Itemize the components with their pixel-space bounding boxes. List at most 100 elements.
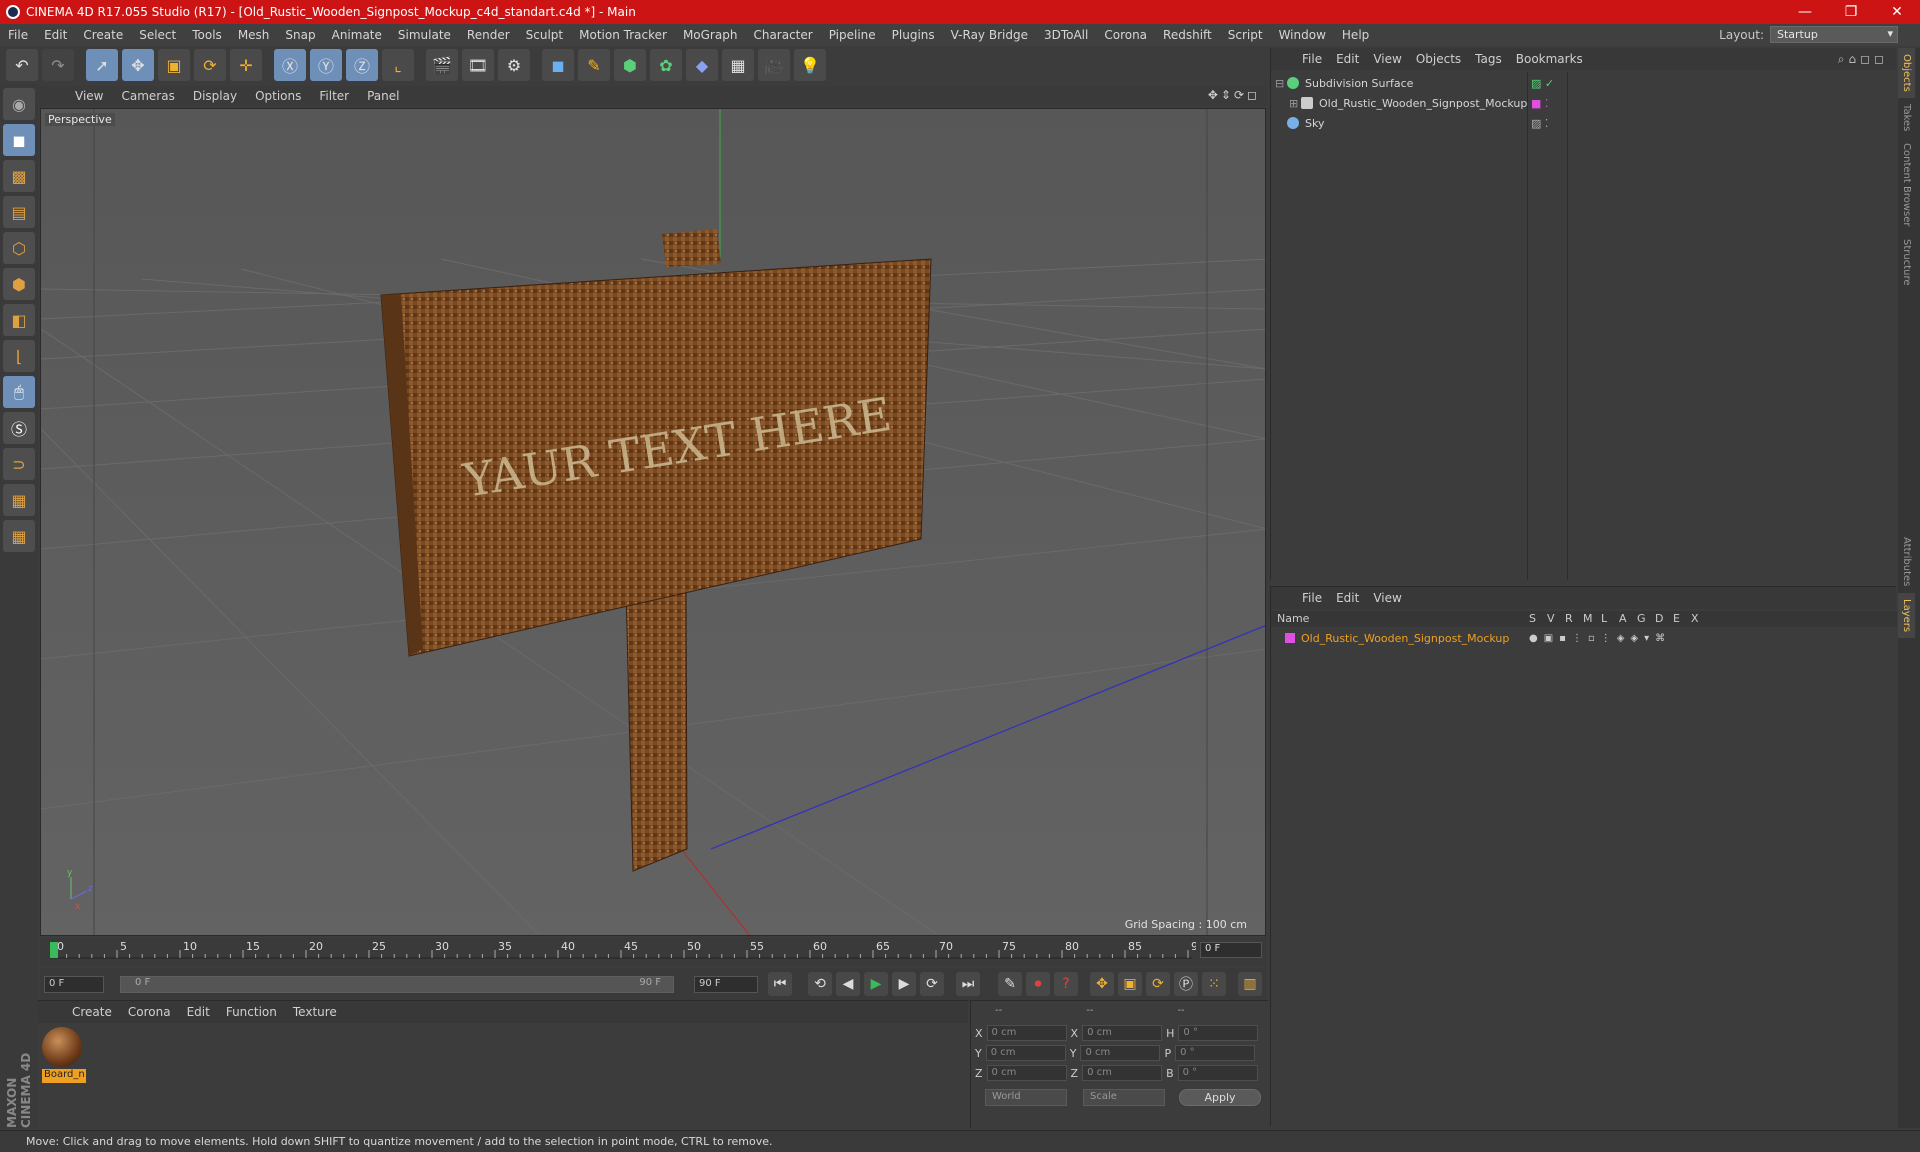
transform-tool-icon[interactable]: ✛ bbox=[230, 49, 262, 81]
play-icon[interactable]: ▶ bbox=[864, 972, 888, 996]
edges-mode-icon[interactable]: ⬢ bbox=[3, 268, 35, 300]
deformer-icon[interactable]: ◆ bbox=[686, 49, 718, 81]
minimize-icon[interactable]: — bbox=[1782, 0, 1828, 24]
workplane-icon[interactable]: ▤ bbox=[3, 196, 35, 228]
start-frame-field[interactable]: 0 F bbox=[44, 976, 104, 993]
scale-tool-icon[interactable]: ▣ bbox=[158, 49, 190, 81]
menu-script[interactable]: Script bbox=[1220, 28, 1271, 42]
snap-icon[interactable]: ⊃ bbox=[3, 448, 35, 480]
vp-menu-view[interactable]: View bbox=[66, 89, 112, 103]
auto-key-icon[interactable]: ⏺ bbox=[1026, 972, 1050, 996]
go-to-start-icon[interactable]: ⏮ bbox=[768, 972, 792, 996]
go-to-end-icon[interactable]: ⏭ bbox=[956, 972, 980, 996]
make-editable-icon[interactable]: ◉ bbox=[3, 88, 35, 120]
tab-takes[interactable]: Takes bbox=[1898, 98, 1915, 137]
key-scale-icon[interactable]: ▣ bbox=[1118, 972, 1142, 996]
timeline-window-icon[interactable]: ▥ bbox=[1238, 972, 1262, 996]
menu-tools[interactable]: Tools bbox=[184, 28, 230, 42]
obj-menu-file[interactable]: File bbox=[1295, 52, 1329, 66]
mat-menu-create[interactable]: Create bbox=[64, 1005, 120, 1019]
layer-color-tag[interactable]: ■ ⁚ bbox=[1531, 97, 1548, 110]
rot-b-field[interactable]: 0 ° bbox=[1177, 1065, 1258, 1081]
key-position-icon[interactable]: ✥ bbox=[1090, 972, 1114, 996]
next-key-icon[interactable]: ⟳ bbox=[920, 972, 944, 996]
menu-motion-tracker[interactable]: Motion Tracker bbox=[571, 28, 675, 42]
menu-3dtoall[interactable]: 3DToAll bbox=[1036, 28, 1096, 42]
checkmark-icon[interactable]: ▨ ✓ bbox=[1531, 77, 1554, 90]
rot-h-field[interactable]: 0 ° bbox=[1178, 1025, 1259, 1041]
points-mode-icon[interactable]: ⬡ bbox=[3, 232, 35, 264]
menu-plugins[interactable]: Plugins bbox=[884, 28, 943, 42]
obj-menu-tags[interactable]: Tags bbox=[1468, 52, 1509, 66]
menu-create[interactable]: Create bbox=[75, 28, 131, 42]
vp-menu-panel[interactable]: Panel bbox=[358, 89, 408, 103]
tab-attributes[interactable]: Attributes bbox=[1898, 531, 1915, 592]
viewport-nav-icons[interactable]: ✥⇕⟳◻ bbox=[1208, 88, 1260, 102]
key-rotation-icon[interactable]: ⟳ bbox=[1146, 972, 1170, 996]
size-y-field[interactable]: 0 cm bbox=[1080, 1045, 1161, 1061]
menu-edit[interactable]: Edit bbox=[36, 28, 75, 42]
previous-key-icon[interactable]: ⟲ bbox=[808, 972, 832, 996]
vp-menu-display[interactable]: Display bbox=[184, 89, 246, 103]
render-settings-icon[interactable]: ⚙ bbox=[498, 49, 530, 81]
pos-y-field[interactable]: 0 cm bbox=[985, 1045, 1066, 1061]
model-mode-icon[interactable]: ◼ bbox=[3, 124, 35, 156]
mat-menu-corona[interactable]: Corona bbox=[120, 1005, 179, 1019]
mograph-cloner-icon[interactable]: ✿ bbox=[650, 49, 682, 81]
planar-workplane-icon[interactable]: ▦ bbox=[3, 520, 35, 552]
size-z-field[interactable]: 0 cm bbox=[1082, 1065, 1163, 1081]
size-x-field[interactable]: 0 cm bbox=[1082, 1025, 1163, 1041]
texture-mode-icon[interactable]: ▩ bbox=[3, 160, 35, 192]
pos-x-field[interactable]: 0 cm bbox=[986, 1025, 1067, 1041]
subdivision-icon[interactable]: ⬢ bbox=[614, 49, 646, 81]
menu-select[interactable]: Select bbox=[131, 28, 184, 42]
tab-content-browser[interactable]: Content Browser bbox=[1898, 137, 1915, 232]
mat-menu-function[interactable]: Function bbox=[218, 1005, 285, 1019]
menu-mograph[interactable]: MoGraph bbox=[675, 28, 746, 42]
visibility-dots[interactable]: ▨ ⁚ bbox=[1531, 117, 1548, 130]
menu-pipeline[interactable]: Pipeline bbox=[821, 28, 884, 42]
world-dropdown[interactable]: World bbox=[985, 1089, 1067, 1106]
menu-simulate[interactable]: Simulate bbox=[390, 28, 459, 42]
camera-icon[interactable]: 🎥 bbox=[758, 49, 790, 81]
mat-menu-texture[interactable]: Texture bbox=[285, 1005, 345, 1019]
timeline-ruler[interactable]: 0 5 10 15 20 25 30 35 40 45 50 55 60 65 70 75 80 85 90 0 F bbox=[40, 938, 1266, 966]
restore-icon[interactable]: ❐ bbox=[1828, 0, 1874, 24]
range-slider[interactable]: 0 F 90 F bbox=[120, 976, 674, 993]
object-row-sky[interactable]: Sky ▨ ⁚ bbox=[1275, 114, 1885, 132]
redo-icon[interactable]: ↷ bbox=[42, 49, 74, 81]
menu-redshift[interactable]: Redshift bbox=[1155, 28, 1220, 42]
rot-p-field[interactable]: 0 ° bbox=[1175, 1045, 1256, 1061]
floor-icon[interactable]: ▦ bbox=[722, 49, 754, 81]
y-axis-icon[interactable]: Ⓨ bbox=[310, 49, 342, 81]
layer-toggle-icons[interactable]: ●▣▪⋮▫⋮◈◈▾⌘ bbox=[1529, 633, 1671, 644]
render-picture-viewer-icon[interactable]: 🎞 bbox=[462, 49, 494, 81]
tab-layers[interactable]: Layers bbox=[1898, 592, 1915, 638]
pen-spline-icon[interactable]: ✎ bbox=[578, 49, 610, 81]
menu-character[interactable]: Character bbox=[745, 28, 820, 42]
material-name[interactable]: Board_n bbox=[42, 1069, 86, 1083]
menu-help[interactable]: Help bbox=[1334, 28, 1377, 42]
object-row-subdivision[interactable]: ⊟ Subdivision Surface ▨ ✓ bbox=[1275, 74, 1885, 92]
previous-frame-icon[interactable]: ◀ bbox=[836, 972, 860, 996]
layer-menu-edit[interactable]: Edit bbox=[1329, 591, 1366, 605]
layer-row[interactable]: Old_Rustic_Wooden_Signpost_Mockup ●▣▪⋮▫⋮… bbox=[1275, 629, 1885, 647]
vp-menu-cameras[interactable]: Cameras bbox=[112, 89, 183, 103]
render-view-icon[interactable]: 🎬 bbox=[426, 49, 458, 81]
key-help-icon[interactable]: ? bbox=[1054, 972, 1078, 996]
solo-mode-icon[interactable]: Ⓢ bbox=[3, 412, 35, 444]
apply-button[interactable]: Apply bbox=[1179, 1089, 1261, 1106]
mat-menu-edit[interactable]: Edit bbox=[179, 1005, 218, 1019]
tab-structure[interactable]: Structure bbox=[1898, 233, 1915, 292]
scale-dropdown[interactable]: Scale bbox=[1083, 1089, 1165, 1106]
current-frame-field[interactable]: 0 F bbox=[1200, 942, 1262, 958]
menu-snap[interactable]: Snap bbox=[277, 28, 323, 42]
menu-sculpt[interactable]: Sculpt bbox=[518, 28, 571, 42]
key-pla-icon[interactable]: ⁙ bbox=[1202, 972, 1226, 996]
obj-menu-view[interactable]: View bbox=[1366, 52, 1408, 66]
obj-menu-edit[interactable]: Edit bbox=[1329, 52, 1366, 66]
x-axis-icon[interactable]: Ⓧ bbox=[274, 49, 306, 81]
end-frame-field[interactable]: 90 F bbox=[694, 976, 758, 993]
perspective-viewport[interactable]: YAUR TEXT HERE y z x Perspective Grid Sp… bbox=[40, 108, 1266, 936]
menu-render[interactable]: Render bbox=[459, 28, 518, 42]
